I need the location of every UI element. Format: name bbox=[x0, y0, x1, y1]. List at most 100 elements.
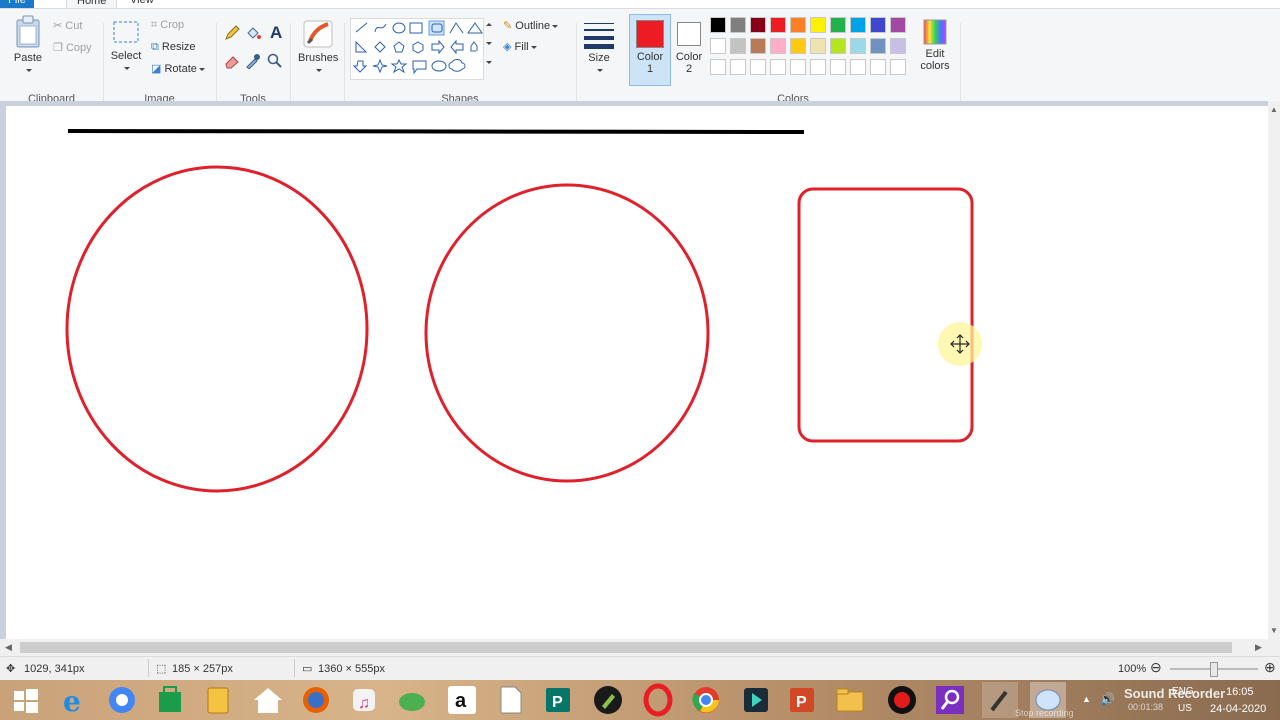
vertical-scrollbar[interactable]: ▲ ▼ bbox=[1268, 101, 1280, 639]
start-windows-icon[interactable] bbox=[8, 682, 44, 718]
powerpoint-icon[interactable]: P bbox=[784, 682, 820, 718]
shapes-scroll[interactable] bbox=[485, 21, 493, 75]
internet-explorer-icon[interactable]: e bbox=[56, 682, 92, 718]
copy-button[interactable]: ❐ Copy bbox=[53, 41, 92, 54]
palette-swatch[interactable] bbox=[850, 17, 866, 33]
palette-swatch[interactable] bbox=[810, 59, 826, 75]
palette-swatch[interactable] bbox=[790, 59, 806, 75]
palette-swatch[interactable] bbox=[870, 38, 886, 54]
store-icon[interactable] bbox=[152, 682, 188, 718]
palette-swatch[interactable] bbox=[850, 59, 866, 75]
home-icon[interactable] bbox=[250, 682, 286, 718]
drawing-canvas[interactable] bbox=[6, 106, 1268, 639]
region-indicator[interactable]: US bbox=[1178, 703, 1192, 714]
microphone-icon[interactable] bbox=[982, 682, 1018, 718]
media-app-icon[interactable] bbox=[738, 682, 774, 718]
palette-swatch[interactable] bbox=[770, 17, 786, 33]
zoom-in-icon[interactable]: ⊕ bbox=[1264, 659, 1276, 676]
zoom-slider-thumb[interactable] bbox=[1210, 662, 1218, 677]
scroll-left-arrow-icon[interactable]: ◀ bbox=[5, 642, 12, 653]
rotate-button[interactable]: ◪ Rotate bbox=[151, 62, 205, 75]
edit-colors-button[interactable]: Edit colors bbox=[915, 19, 955, 72]
palette-swatch[interactable] bbox=[890, 38, 906, 54]
palette-swatch[interactable] bbox=[890, 17, 906, 33]
tab-file[interactable]: File bbox=[0, 0, 34, 8]
paste-dropdown-icon[interactable] bbox=[26, 68, 32, 72]
palette-swatch[interactable] bbox=[810, 38, 826, 54]
palette-swatch[interactable] bbox=[870, 17, 886, 33]
language-indicator[interactable]: ENG bbox=[1172, 686, 1194, 697]
palette-swatch[interactable] bbox=[710, 38, 726, 54]
palette-swatch[interactable] bbox=[830, 59, 846, 75]
chrome-old-icon[interactable] bbox=[104, 682, 140, 718]
palette-swatch[interactable] bbox=[750, 59, 766, 75]
palette-swatch[interactable] bbox=[750, 38, 766, 54]
shapes-gallery[interactable] bbox=[350, 18, 484, 80]
palette-swatch[interactable] bbox=[890, 59, 906, 75]
cut-button[interactable]: ✂ Cut bbox=[53, 19, 82, 32]
palette-swatch[interactable] bbox=[870, 59, 886, 75]
palette-swatch[interactable] bbox=[830, 38, 846, 54]
outline-button[interactable]: ✎ Outline bbox=[503, 19, 559, 32]
palette-swatch[interactable] bbox=[790, 38, 806, 54]
record-button-icon[interactable] bbox=[884, 682, 920, 718]
scroll-right-arrow-icon[interactable]: ▶ bbox=[1255, 642, 1262, 653]
palette-swatch[interactable] bbox=[790, 17, 806, 33]
pencil-icon[interactable] bbox=[224, 25, 240, 41]
clock-date[interactable]: 24-04-2020 bbox=[1210, 703, 1266, 715]
horizontal-scrollbar[interactable]: ◀ ▶ bbox=[0, 639, 1280, 656]
zoom-out-icon[interactable]: ⊖ bbox=[1150, 659, 1162, 676]
color1-label: Color bbox=[636, 51, 664, 63]
palette-swatch[interactable] bbox=[710, 59, 726, 75]
palette-swatch[interactable] bbox=[710, 17, 726, 33]
document-icon[interactable] bbox=[492, 682, 528, 718]
color2-button[interactable]: Color 2 bbox=[672, 14, 706, 84]
recorder-elapsed: 00:01:38 bbox=[1128, 702, 1164, 712]
palette-swatch[interactable] bbox=[750, 17, 766, 33]
brushes-button[interactable]: Brushes bbox=[298, 19, 338, 76]
tab-bar: File Home View bbox=[0, 0, 1280, 9]
magnifier-icon[interactable] bbox=[267, 53, 283, 69]
scroll-down-arrow-icon[interactable]: ▼ bbox=[1270, 626, 1278, 635]
palette-swatch[interactable] bbox=[730, 17, 746, 33]
size-label: Size bbox=[588, 52, 610, 64]
crop-button[interactable]: ⌗ Crop bbox=[151, 19, 184, 32]
paste-button[interactable]: Paste bbox=[10, 15, 46, 76]
stop-recording-label[interactable]: Stop recording bbox=[1015, 708, 1074, 718]
file-explorer-icon[interactable] bbox=[832, 682, 868, 718]
palette-swatch[interactable] bbox=[770, 59, 786, 75]
tab-view[interactable]: View bbox=[120, 0, 164, 8]
publisher-icon[interactable]: P bbox=[540, 682, 576, 718]
amazon-icon[interactable]: a bbox=[444, 682, 480, 718]
itunes-icon[interactable]: ♫ bbox=[346, 682, 382, 718]
color-picker-icon[interactable] bbox=[245, 53, 261, 69]
chrome-icon[interactable] bbox=[688, 682, 724, 718]
scroll-up-arrow-icon[interactable]: ▲ bbox=[1270, 105, 1278, 114]
text-tool-icon[interactable]: A bbox=[270, 23, 282, 43]
palette-swatch[interactable] bbox=[830, 17, 846, 33]
opera-icon[interactable] bbox=[640, 682, 676, 718]
pen-tool-icon[interactable] bbox=[590, 682, 626, 718]
select-button[interactable]: Select bbox=[110, 19, 142, 74]
clock-time[interactable]: 16:05 bbox=[1226, 686, 1254, 698]
palette-swatch[interactable] bbox=[850, 38, 866, 54]
selection-size-icon: ⬚ bbox=[156, 663, 167, 675]
size-button[interactable]: Size bbox=[582, 19, 616, 76]
palette-swatch[interactable] bbox=[730, 38, 746, 54]
horizontal-scroll-thumb[interactable] bbox=[20, 642, 1232, 653]
fill-button[interactable]: ◈ Fill bbox=[503, 40, 537, 53]
palette-swatch[interactable] bbox=[730, 59, 746, 75]
palette-swatch[interactable] bbox=[810, 17, 826, 33]
resize-button[interactable]: ⧉ Resize bbox=[151, 41, 196, 54]
firefox-icon[interactable] bbox=[298, 682, 334, 718]
files-icon[interactable] bbox=[200, 682, 236, 718]
eraser-icon[interactable] bbox=[224, 53, 240, 69]
search-app-icon[interactable] bbox=[932, 682, 968, 718]
fill-bucket-icon[interactable] bbox=[245, 25, 261, 41]
color1-button[interactable]: Color 1 bbox=[629, 14, 671, 86]
select-dropdown-icon[interactable] bbox=[124, 66, 130, 70]
cloud-app-icon[interactable] bbox=[394, 682, 430, 718]
palette-swatch[interactable] bbox=[770, 38, 786, 54]
tray-chevron-icon[interactable]: ▲ bbox=[1082, 694, 1091, 704]
volume-icon[interactable]: 🔊 bbox=[1100, 692, 1115, 706]
